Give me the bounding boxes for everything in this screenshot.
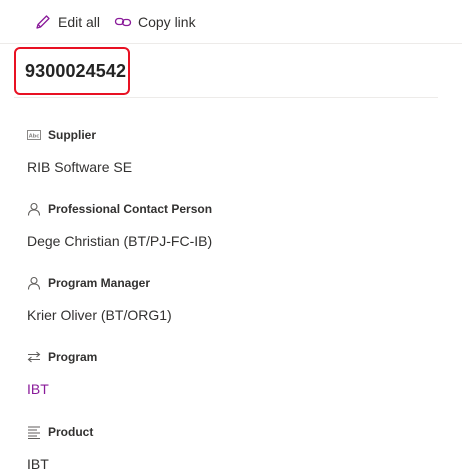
field-supplier: Abc Supplier RIB Software SE bbox=[27, 126, 447, 177]
command-bar: Edit all Copy link bbox=[0, 0, 462, 44]
field-label-program: Program bbox=[48, 350, 98, 364]
record-title: 9300024542 bbox=[25, 60, 127, 81]
record-title-highlight: 9300024542 bbox=[14, 47, 130, 95]
field-value-program-link[interactable]: IBT bbox=[27, 379, 447, 399]
text-field-icon: Abc bbox=[27, 128, 41, 142]
title-divider bbox=[14, 97, 438, 98]
edit-all-label: Edit all bbox=[58, 14, 101, 30]
pencil-icon bbox=[34, 13, 52, 31]
field-label-program-manager: Program Manager bbox=[48, 276, 151, 290]
field-program-manager: Program Manager Krier Oliver (BT/ORG1) bbox=[27, 274, 447, 325]
edit-all-button[interactable]: Edit all bbox=[34, 11, 100, 33]
field-product: Product IBT bbox=[27, 423, 447, 474]
field-value-professional-contact-person[interactable]: Dege Christian (BT/PJ-FC-IB) bbox=[27, 231, 447, 251]
copy-link-label: Copy link bbox=[138, 14, 196, 30]
field-label-product: Product bbox=[48, 425, 94, 439]
field-label-professional-contact-person: Professional Contact Person bbox=[48, 202, 213, 216]
copy-link-button[interactable]: Copy link bbox=[114, 11, 196, 33]
field-value-supplier[interactable]: RIB Software SE bbox=[27, 157, 447, 177]
field-label-supplier: Supplier bbox=[48, 128, 97, 142]
person-icon bbox=[27, 202, 41, 216]
choice-icon bbox=[27, 425, 41, 439]
field-value-program-manager[interactable]: Krier Oliver (BT/ORG1) bbox=[27, 305, 447, 325]
person-icon bbox=[27, 276, 41, 290]
lookup-icon bbox=[27, 350, 41, 364]
link-icon bbox=[114, 13, 132, 31]
field-professional-contact-person: Professional Contact Person Dege Christi… bbox=[27, 200, 447, 251]
field-program: Program IBT bbox=[27, 348, 447, 399]
field-value-product[interactable]: IBT bbox=[27, 454, 447, 474]
svg-text:Abc: Abc bbox=[29, 134, 39, 140]
